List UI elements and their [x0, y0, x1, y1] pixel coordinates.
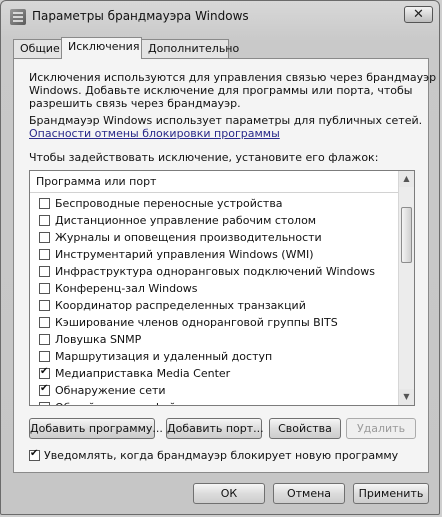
exception-checkbox[interactable] — [39, 334, 50, 345]
list-column-header[interactable]: Программа или порт — [30, 171, 399, 193]
list-item[interactable]: Координатор распределенных транзакций — [30, 297, 399, 314]
exception-checkbox[interactable] — [39, 249, 50, 260]
close-button[interactable]: ✕ — [404, 6, 433, 23]
window-title: Параметры брандмауэра Windows — [32, 9, 249, 23]
list-item[interactable]: Общий доступ к файлам и принтерам — [30, 399, 399, 405]
tab-advanced[interactable]: Дополнительно — [141, 39, 239, 58]
list-item-label: Ловушка SNMP — [55, 333, 142, 346]
exception-checkbox[interactable] — [39, 300, 50, 311]
tab-exceptions[interactable]: Исключения — [61, 37, 142, 59]
description-line-1: Исключения используются для управления с… — [29, 71, 437, 84]
list-item-label: Медиаприставка Media Center — [55, 367, 231, 380]
list-item-label: Кэширование членов одноранговой группы B… — [55, 316, 338, 329]
exception-checkbox[interactable] — [39, 266, 50, 277]
list-item[interactable]: Журналы и оповещения производительности — [30, 229, 399, 246]
firewall-settings-window: Параметры брандмауэра Windows ✕ Общие Ис… — [0, 0, 440, 515]
exception-checkbox[interactable] — [39, 283, 50, 294]
list-item-label: Дистанционное управление рабочим столом — [55, 214, 317, 227]
list-item[interactable]: Дистанционное управление рабочим столом — [30, 212, 399, 229]
list-item[interactable]: Инфраструктура одноранговых подключений … — [30, 263, 399, 280]
list-item[interactable]: Инструментарий управления Windows (WMI) — [30, 246, 399, 263]
list-item[interactable]: Обнаружение сети — [30, 382, 399, 399]
exception-checkbox[interactable] — [39, 215, 50, 226]
exception-checkbox[interactable] — [39, 198, 50, 209]
list-item-label: Беспроводные переносные устройства — [55, 197, 283, 210]
exception-checkbox[interactable] — [39, 317, 50, 328]
list-item-label: Обнаружение сети — [55, 384, 166, 397]
scroll-thumb[interactable] — [401, 207, 412, 263]
firewall-icon — [10, 9, 26, 25]
cancel-button[interactable]: Отмена — [273, 483, 345, 504]
list-item-label: Инфраструктура одноранговых подключений … — [55, 265, 375, 278]
list-item-label: Общий доступ к файлам и принтерам — [55, 400, 276, 405]
add-program-button[interactable]: Добавить программу... — [29, 418, 163, 439]
scroll-down-icon[interactable]: ▼ — [399, 389, 414, 405]
notify-checkbox[interactable] — [29, 448, 40, 461]
profile-text: Брандмауэр Windows использует параметры … — [29, 114, 423, 127]
list-item-label: Конференц-зал Windows — [55, 282, 198, 295]
list-item[interactable]: Беспроводные переносные устройства — [30, 195, 399, 212]
list-item[interactable]: Медиаприставка Media Center — [30, 365, 399, 382]
list-item[interactable]: Маршрутизация и удаленный доступ — [30, 348, 399, 365]
description-line-2: Windows. Добавьте исключение для програм… — [29, 84, 413, 97]
risk-link[interactable]: Опасности отмены блокировки программы — [29, 127, 280, 141]
properties-button[interactable]: Свойства — [269, 418, 341, 439]
add-port-button[interactable]: Добавить порт... — [166, 418, 264, 439]
apply-button[interactable]: Применить — [353, 483, 429, 504]
ok-button[interactable]: ОК — [193, 483, 265, 504]
list-item-label: Журналы и оповещения производительности — [55, 231, 322, 244]
title-bar: Параметры брандмауэра Windows ✕ — [1, 1, 439, 31]
exceptions-list[interactable]: Программа или порт Беспроводные переносн… — [29, 170, 415, 406]
instruction-text: Чтобы задействовать исключение, установи… — [29, 151, 379, 164]
delete-button[interactable]: Удалить — [346, 418, 416, 439]
scroll-up-icon[interactable]: ▲ — [399, 171, 414, 187]
exception-checkbox[interactable] — [39, 351, 50, 362]
list-item-label: Координатор распределенных транзакций — [55, 299, 306, 312]
list-item-label: Инструментарий управления Windows (WMI) — [55, 248, 314, 261]
tab-general[interactable]: Общие — [13, 39, 62, 58]
exception-checkbox[interactable] — [39, 366, 50, 379]
description-line-3: разрешить связь через брандмауэр. — [29, 97, 241, 110]
list-item[interactable]: Ловушка SNMP — [30, 331, 399, 348]
exceptions-panel: Исключения используются для управления с… — [13, 58, 436, 473]
exception-checkbox[interactable] — [39, 232, 50, 243]
notify-label: Уведомлять, когда брандмауэр блокирует н… — [44, 449, 399, 462]
list-item[interactable]: Кэширование членов одноранговой группы B… — [30, 314, 399, 331]
list-item[interactable]: Конференц-зал Windows — [30, 280, 399, 297]
list-item-label: Маршрутизация и удаленный доступ — [55, 350, 273, 363]
close-icon: ✕ — [413, 7, 424, 22]
list-scrollbar[interactable]: ▲ ▼ — [398, 171, 414, 405]
exception-checkbox[interactable] — [39, 383, 50, 396]
list-rows: Беспроводные переносные устройства Дистан… — [30, 195, 399, 405]
exception-checkbox[interactable] — [39, 402, 50, 405]
